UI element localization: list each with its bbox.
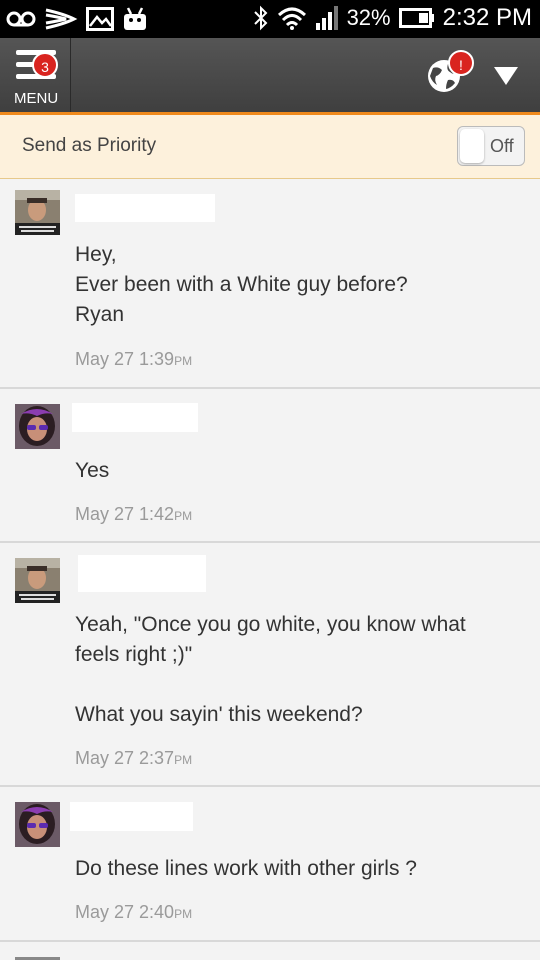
message-date: May 27 2:37 [75,748,175,768]
message-timestamp: May 27 2:40PM [75,902,192,923]
status-bar: 32% 2:32 PM [0,0,540,38]
message-timestamp: May 27 1:42PM [75,504,192,525]
priority-bar: Send as Priority Off [0,115,540,179]
dropdown-arrow-icon[interactable] [492,64,520,88]
message-ampm: PM [174,354,193,368]
sender-name-redacted [72,403,198,432]
priority-toggle[interactable]: Off [457,126,525,166]
toggle-state: Off [490,136,514,156]
avatar [15,802,60,847]
battery-icon [398,8,434,28]
app-bar: MENU 3 ! [0,38,540,115]
avatar [15,190,60,235]
message-date: May 27 1:42 [75,504,175,524]
toggle-knob [460,129,484,163]
message-text: Hey, Ever been with a White guy before? … [75,243,408,326]
avatar [15,558,60,603]
message-date: May 27 2:40 [75,902,175,922]
menu-notification-badge: 3 [32,52,58,78]
priority-label: Send as Priority [22,135,157,156]
avatar [15,404,60,449]
message-timestamp: May 27 2:37PM [75,748,192,769]
message-item[interactable] [0,942,540,960]
sender-name-redacted [75,194,215,222]
message-timestamp: May 27 1:39PM [75,349,192,370]
message-text: Do these lines work with other girls ? [75,857,417,880]
gallery-icon [86,7,114,31]
bluetooth-icon [253,5,267,31]
message-item[interactable]: Do these lines work with other girls ? M… [0,787,540,942]
sprint-logo-icon [45,8,78,30]
battery-percent: 32% [346,5,391,30]
app-bar-divider [70,38,71,112]
sender-name-redacted [70,802,193,831]
voicemail-icon [6,11,36,27]
signal-icon [315,6,338,30]
message-text: Yeah, "Once you go white, you know what … [75,613,466,726]
message-item[interactable]: Hey, Ever been with a White guy before? … [0,179,540,389]
clock: 2:32 PM [442,4,532,31]
message-item[interactable]: Yeah, "Once you go white, you know what … [0,543,540,787]
message-item[interactable]: Yes May 27 1:42PM [0,389,540,543]
message-text: Yes [75,459,110,482]
wifi-icon [277,7,306,30]
android-robot-icon [124,7,146,30]
message-ampm: PM [174,907,193,921]
message-date: May 27 1:39 [75,349,175,369]
message-ampm: PM [174,509,193,523]
sender-name-redacted [78,555,206,592]
message-ampm: PM [174,753,193,767]
globe-notification-badge: ! [448,50,474,76]
menu-label: MENU [14,90,59,107]
